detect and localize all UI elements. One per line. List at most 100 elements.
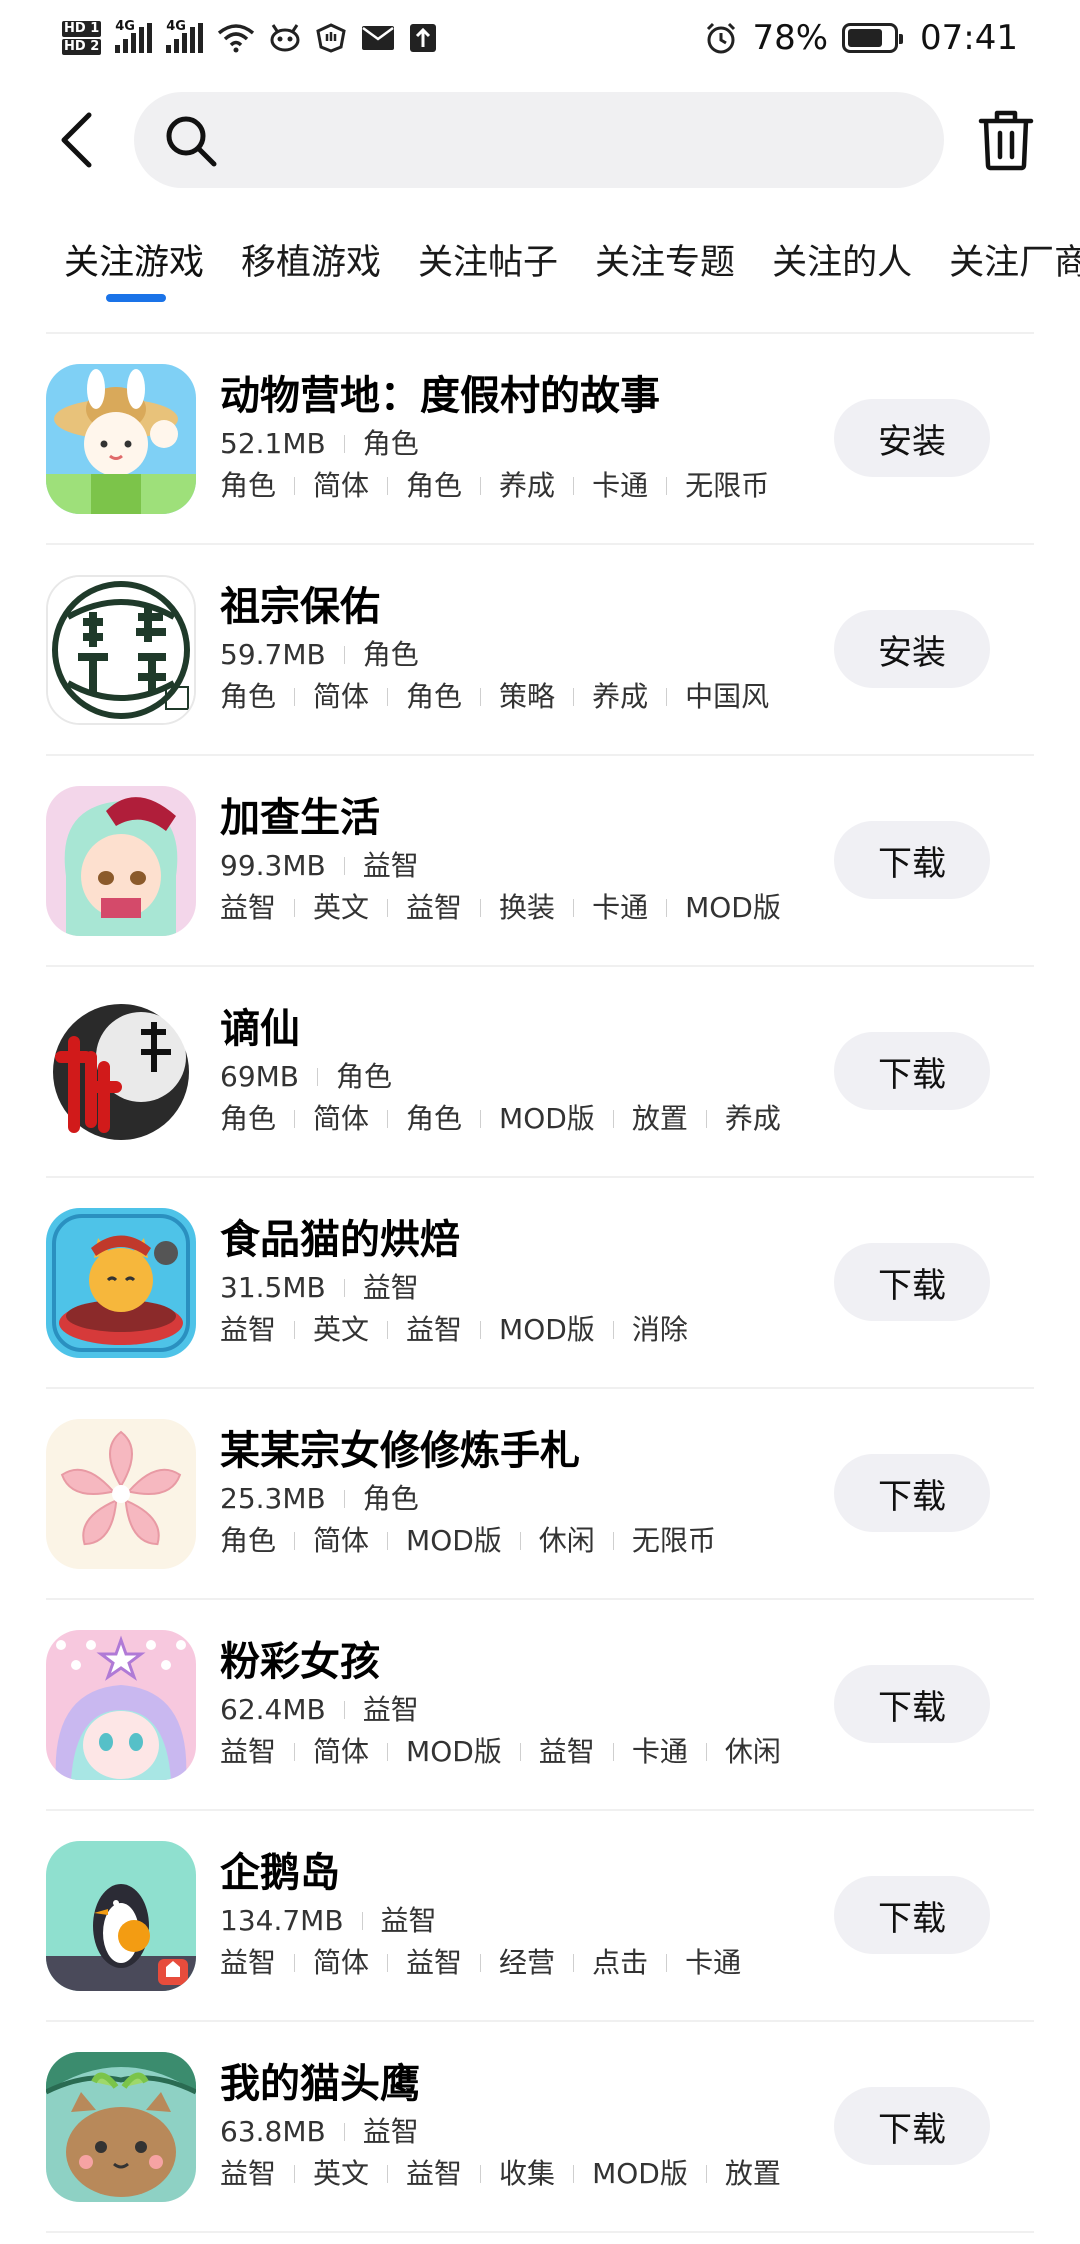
separator bbox=[294, 1531, 296, 1550]
app-size: 25.3MB bbox=[220, 1481, 326, 1515]
tag: 角色 bbox=[406, 679, 463, 713]
tab-ported-games[interactable]: 移植游戏 bbox=[241, 220, 381, 310]
signal-bar bbox=[123, 39, 129, 53]
tag: 收集 bbox=[499, 2156, 556, 2190]
separator bbox=[294, 2164, 296, 2183]
tag: 放置 bbox=[631, 1101, 688, 1135]
tag: 英文 bbox=[313, 890, 370, 924]
tag: 角色 bbox=[406, 1101, 463, 1135]
tag: 角色 bbox=[220, 1101, 277, 1135]
tab-label: 关注专题 bbox=[595, 243, 736, 283]
tab-followed-people[interactable]: 关注的人 bbox=[772, 220, 912, 310]
list-item[interactable]: 谪仙 69MB 角色 角色 简体 角色 MOD版 放置 养成 下载 bbox=[46, 967, 1034, 1178]
back-button[interactable] bbox=[48, 100, 104, 180]
animal-camp-icon[interactable] bbox=[46, 363, 196, 514]
list-item[interactable]: 企鹅岛 134.7MB 益智 益智 简体 益智 经营 点击 卡通 下载 bbox=[46, 1811, 1034, 2022]
separator bbox=[573, 476, 575, 495]
status-left: HD 1 HD 2 4G 4G bbox=[62, 19, 437, 55]
signal-1-icon: 4G bbox=[115, 19, 153, 53]
tag: 益智 bbox=[406, 1312, 463, 1346]
list-item[interactable]: 祖宗保佑 59.7MB 角色 角色 简体 角色 策略 养成 中国风 安装 bbox=[46, 545, 1034, 756]
download-button[interactable]: 下载 bbox=[834, 2087, 990, 2165]
separator bbox=[343, 1700, 345, 1719]
tag: 简体 bbox=[313, 1945, 370, 1979]
penguin-isle-icon[interactable] bbox=[46, 1840, 196, 1991]
clock: 07:41 bbox=[920, 18, 1018, 58]
install-button[interactable]: 安装 bbox=[834, 399, 990, 477]
tag: 卡通 bbox=[631, 1734, 688, 1768]
signal-2-icon: 4G bbox=[166, 19, 204, 53]
search-input[interactable] bbox=[235, 119, 917, 161]
separator bbox=[612, 1109, 614, 1128]
delete-button[interactable] bbox=[974, 100, 1038, 180]
tag: 益智 bbox=[220, 1312, 277, 1346]
separator bbox=[343, 2122, 345, 2141]
tag: 策略 bbox=[499, 679, 556, 713]
gacha-life-icon[interactable] bbox=[46, 785, 196, 936]
signal-bar bbox=[198, 23, 204, 53]
tag: 消除 bbox=[631, 1312, 688, 1346]
separator bbox=[387, 1109, 389, 1128]
zhexian-icon[interactable] bbox=[46, 996, 196, 1147]
separator bbox=[612, 1742, 614, 1761]
tab-bar: 关注游戏 移植游戏 关注帖子 关注专题 关注的人 关注厂商 bbox=[0, 220, 1080, 310]
install-button[interactable]: 安装 bbox=[834, 610, 990, 688]
separator bbox=[519, 1742, 521, 1761]
tag: 英文 bbox=[313, 1312, 370, 1346]
tab-followed-games[interactable]: 关注游戏 bbox=[64, 220, 204, 310]
separator bbox=[387, 687, 389, 706]
list-item[interactable]: 加查生活 99.3MB 益智 益智 英文 益智 换装 卡通 MOD版 下载 bbox=[46, 756, 1034, 967]
tab-followed-posts[interactable]: 关注帖子 bbox=[418, 220, 558, 310]
list-item[interactable]: 某某宗女修修炼手札 25.3MB 角色 角色 简体 MOD版 休闲 无限币 下载 bbox=[46, 1389, 1034, 1600]
download-button[interactable]: 下载 bbox=[834, 1876, 990, 1954]
search-bar[interactable] bbox=[133, 92, 945, 188]
tag: 经营 bbox=[499, 1945, 556, 1979]
app-size: 63.8MB bbox=[220, 2114, 326, 2148]
food-cat-icon[interactable] bbox=[46, 1207, 196, 1358]
signal-bar bbox=[166, 45, 172, 53]
app-category: 角色 bbox=[362, 426, 419, 460]
hd1-label: HD 1 bbox=[62, 21, 102, 37]
tab-followed-vendors[interactable]: 关注厂商 bbox=[949, 220, 1080, 310]
hd2-label: HD 2 bbox=[62, 39, 102, 55]
header bbox=[0, 92, 1080, 188]
tag: 放置 bbox=[724, 2156, 781, 2190]
separator bbox=[705, 1109, 707, 1128]
list-item[interactable]: 食品猫的烘焙 31.5MB 益智 益智 英文 益智 MOD版 消除 下载 bbox=[46, 1178, 1034, 1389]
download-button[interactable]: 下载 bbox=[834, 1454, 990, 1532]
separator bbox=[666, 476, 668, 495]
tag: 益智 bbox=[406, 2156, 463, 2190]
tag: 简体 bbox=[313, 1101, 370, 1135]
download-button[interactable]: 下载 bbox=[834, 1032, 990, 1110]
separator bbox=[343, 434, 345, 453]
signal-bar bbox=[147, 23, 153, 53]
separator bbox=[666, 1953, 668, 1972]
tag: MOD版 bbox=[592, 2156, 688, 2190]
tab-label: 关注厂商 bbox=[949, 243, 1080, 283]
download-button[interactable]: 下载 bbox=[834, 821, 990, 899]
my-owl-icon[interactable] bbox=[46, 2051, 196, 2202]
list-item[interactable]: 动物营地：度假村的故事 52.1MB 角色 角色 简体 角色 养成 卡通 无限币 … bbox=[46, 334, 1034, 545]
tab-label: 关注游戏 bbox=[64, 243, 205, 283]
download-button[interactable]: 下载 bbox=[834, 1665, 990, 1743]
tag: MOD版 bbox=[499, 1312, 595, 1346]
status-right: 78% 07:41 bbox=[704, 18, 1018, 58]
list-item[interactable]: 我的猫头鹰 63.8MB 益智 益智 英文 益智 收集 MOD版 放置 下载 bbox=[46, 2022, 1034, 2233]
ancestor-blessing-icon[interactable] bbox=[46, 574, 196, 725]
hd-indicators: HD 1 HD 2 bbox=[62, 21, 102, 55]
tag: 休闲 bbox=[724, 1734, 781, 1768]
tag: 英文 bbox=[313, 2156, 370, 2190]
tab-followed-topics[interactable]: 关注专题 bbox=[595, 220, 735, 310]
status-bar: HD 1 HD 2 4G 4G 78% 07:41 bbox=[0, 0, 1080, 76]
tag: 角色 bbox=[220, 1523, 277, 1557]
peach-blossom-icon[interactable] bbox=[46, 1418, 196, 1569]
upload-icon bbox=[409, 23, 437, 53]
app-category: 益智 bbox=[362, 848, 419, 882]
app-category: 益智 bbox=[380, 1903, 437, 1937]
app-size: 52.1MB bbox=[220, 426, 326, 460]
download-button[interactable]: 下载 bbox=[834, 1243, 990, 1321]
list-item[interactable]: 粉彩女孩 62.4MB 益智 益智 简体 MOD版 益智 卡通 休闲 下载 bbox=[46, 1600, 1034, 1811]
pastel-girl-icon[interactable] bbox=[46, 1629, 196, 1780]
hd1-indicator: HD 1 bbox=[62, 21, 102, 37]
app-size: 69MB bbox=[220, 1059, 299, 1093]
